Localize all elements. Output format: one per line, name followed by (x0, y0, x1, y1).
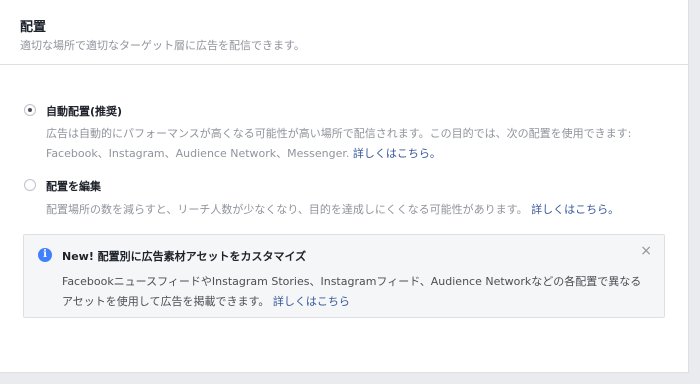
notice-body-text: FacebookニュースフィードやInstagram Stories、Insta… (62, 275, 642, 308)
automatic-placements-desc-line2: Facebook、Instagram、Audience Network、Mess… (46, 144, 631, 164)
automatic-placements-radio[interactable] (24, 104, 36, 116)
automatic-placements-label[interactable]: 自動配置(推奨) (46, 103, 122, 119)
asset-customization-notice: i New! 配置別に広告素材アセットをカスタマイズ × Facebookニュー… (23, 234, 665, 318)
edit-placements-description: 配置場所の数を減らすと、リーチ人数が少なくなり、目的を達成しにくくなる可能性があ… (46, 200, 619, 220)
notice-title: New! 配置別に広告素材アセットをカスタマイズ (62, 250, 307, 263)
edit-placements-label[interactable]: 配置を編集 (46, 178, 101, 194)
automatic-placements-desc-line1: 広告は自動的にパフォーマンスが高くなる可能性が高い場所で配信されます。この目的で… (46, 127, 632, 140)
placements-panel: 配置 適切な場所で適切なターゲット層に広告を配信できます。 自動配置(推奨) 広… (0, 0, 689, 373)
automatic-placements-description: 広告は自動的にパフォーマンスが高くなる可能性が高い場所で配信されます。この目的で… (46, 124, 631, 164)
edit-placements-radio[interactable] (24, 179, 36, 191)
edit-placements-desc-text: 配置場所の数を減らすと、リーチ人数が少なくなり、目的を達成しにくくなる可能性があ… (46, 203, 532, 216)
close-icon[interactable]: × (640, 244, 652, 258)
notice-learn-more-link[interactable]: 詳しくはこちら (273, 295, 350, 308)
notice-body: FacebookニュースフィードやInstagram Stories、Insta… (62, 272, 647, 312)
section-subtitle: 適切な場所で適切なターゲット層に広告を配信できます。 (20, 39, 305, 52)
automatic-placements-platforms: Facebook、Instagram、Audience Network、Mess… (46, 147, 353, 160)
section-title: 配置 (20, 20, 47, 35)
info-icon: i (38, 248, 52, 262)
edit-placements-learn-more-link[interactable]: 詳しくはこちら。 (531, 203, 619, 216)
automatic-placements-learn-more-link[interactable]: 詳しくはこちら。 (353, 147, 441, 160)
divider (0, 64, 688, 65)
